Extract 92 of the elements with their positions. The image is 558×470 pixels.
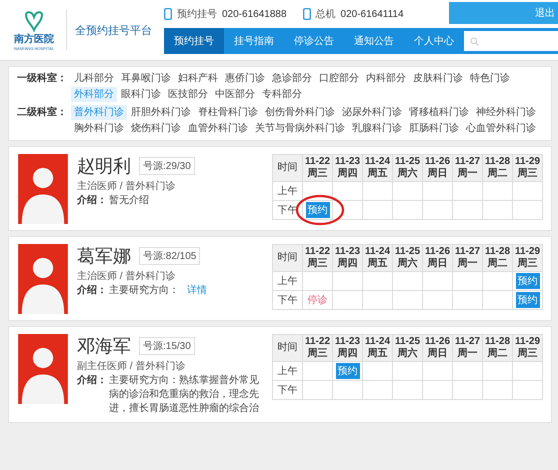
department-option[interactable]: 创伤骨外科门诊 [262, 105, 338, 120]
department-option[interactable]: 耳鼻喉门诊 [118, 71, 174, 86]
date-header: 11-28 周二 [482, 154, 512, 182]
department-option[interactable]: 眼科门诊 [118, 87, 164, 102]
period-label: 上午 [272, 362, 302, 380]
date-header: 11-24 周五 [362, 154, 392, 182]
phone-icon [302, 8, 311, 20]
doctor-title: 主治医师 / 普外科门诊 [77, 270, 176, 283]
phone-number: 020-61641114 [340, 8, 404, 20]
filter-label: 二级科室： [17, 105, 68, 120]
date-header: 11-25 周六 [392, 334, 422, 362]
table-header: 时间 [272, 244, 302, 272]
date-header: 11-28 周二 [482, 334, 512, 362]
department-option[interactable]: 特色门诊 [467, 71, 513, 86]
department-option[interactable]: 关节与骨病外科门诊 [252, 121, 348, 136]
department-option[interactable]: 泌尿外科门诊 [339, 105, 405, 120]
date-header: 11-25 周六 [392, 244, 422, 272]
table-header: 时间 [272, 334, 302, 362]
department-option[interactable]: 胸外科门诊 [71, 121, 127, 136]
intro-label: 介绍： [77, 374, 107, 388]
phone-label: 预约挂号 [177, 8, 217, 21]
date-header: 11-24 周五 [362, 334, 392, 362]
nav-tab[interactable]: 预约挂号 [164, 28, 224, 54]
date-header: 11-26 周日 [422, 334, 452, 362]
doctor-name: 赵明利 [77, 155, 131, 178]
date-header: 11-22 周三 [302, 244, 332, 272]
department-option[interactable]: 脊柱骨科门诊 [195, 105, 261, 120]
date-header: 11-24 周五 [362, 244, 392, 272]
date-header: 11-22 周三 [302, 334, 332, 362]
phone-number: 020-61641888 [222, 8, 287, 20]
department-option[interactable]: 专科部分 [259, 87, 305, 102]
date-header: 11-27 周一 [452, 244, 482, 272]
department-option[interactable]: 口腔部分 [316, 71, 362, 86]
quota-badge: 号源:15/30 [139, 337, 195, 355]
date-header: 11-23 周四 [332, 154, 362, 182]
photo-placeholder [17, 154, 69, 224]
date-header: 11-26 周日 [422, 154, 452, 182]
filter-label: 一级科室： [17, 71, 68, 86]
date-header: 11-29 周三 [512, 334, 542, 362]
department-option[interactable]: 妇科产科 [175, 71, 221, 86]
photo-placeholder [17, 334, 69, 404]
doctor-title: 副主任医师 / 普外科门诊 [77, 360, 186, 373]
period-label: 下午 [272, 380, 302, 400]
logo-text: 南方医院 [14, 32, 54, 46]
date-header: 11-23 周四 [332, 244, 362, 272]
department-option[interactable]: 血管外科门诊 [185, 121, 251, 136]
logo-icon [23, 10, 45, 32]
department-option[interactable]: 急诊部分 [269, 71, 315, 86]
phone-label: 总机 [316, 8, 336, 21]
intro-text: 主要研究方向： [109, 284, 179, 298]
department-option[interactable]: 神经外科门诊 [473, 105, 539, 120]
doctor-title: 主治医师 / 普外科门诊 [77, 180, 176, 193]
details-link[interactable]: 详情 [187, 284, 207, 298]
department-option[interactable]: 皮肤科门诊 [410, 71, 466, 86]
date-header: 11-22 周三 [302, 154, 332, 182]
table-header: 时间 [272, 154, 302, 182]
date-header: 11-25 周六 [392, 154, 422, 182]
search-field[interactable] [464, 31, 558, 51]
department-option[interactable]: 中医部分 [212, 87, 258, 102]
department-option[interactable]: 乳腺科门诊 [349, 121, 405, 136]
date-header: 11-29 周三 [512, 244, 542, 272]
department-option[interactable]: 肛肠科门诊 [406, 121, 462, 136]
department-option[interactable]: 心血管外科门诊 [463, 121, 539, 136]
doctor-name: 邓海军 [77, 335, 131, 358]
department-option[interactable]: 烧伤科门诊 [128, 121, 184, 136]
intro-text: 主要研究方向：熟练掌握普外常见病的诊治和危重病的救治，理念先进，擅长胃肠道恶性肿瘤的综合治 [109, 374, 260, 416]
intro-text: 暂无介绍 [109, 194, 149, 208]
date-header: 11-27 周一 [452, 154, 482, 182]
period-label: 上午 [272, 272, 302, 290]
closed-label: 停诊 [308, 295, 328, 306]
department-option[interactable]: 肾移植科门诊 [406, 105, 472, 120]
photo-placeholder [17, 244, 69, 314]
department-option[interactable]: 惠侨门诊 [222, 71, 268, 86]
search-icon [470, 36, 479, 46]
department-option[interactable]: 儿科部分 [71, 71, 117, 86]
quota-badge: 号源:82/105 [139, 247, 200, 265]
doctor-name: 葛军娜 [77, 245, 131, 268]
department-option[interactable]: 肝胆外科门诊 [128, 105, 194, 120]
quota-badge: 号源:29/30 [139, 157, 195, 175]
platform-title: 全预约挂号平台 [75, 24, 152, 38]
period-label: 下午 [272, 290, 302, 310]
department-option[interactable]: 内科部分 [363, 71, 409, 86]
intro-label: 介绍： [77, 284, 107, 298]
date-header: 11-27 周一 [452, 334, 482, 362]
department-option[interactable]: 医技部分 [165, 87, 211, 102]
date-header: 11-29 周三 [512, 154, 542, 182]
date-header: 11-28 周二 [482, 244, 512, 272]
date-header: 11-26 周日 [422, 244, 452, 272]
date-header: 11-23 周四 [332, 334, 362, 362]
period-label: 上午 [272, 182, 302, 200]
phone-icon [164, 8, 172, 20]
intro-label: 介绍： [77, 194, 107, 208]
